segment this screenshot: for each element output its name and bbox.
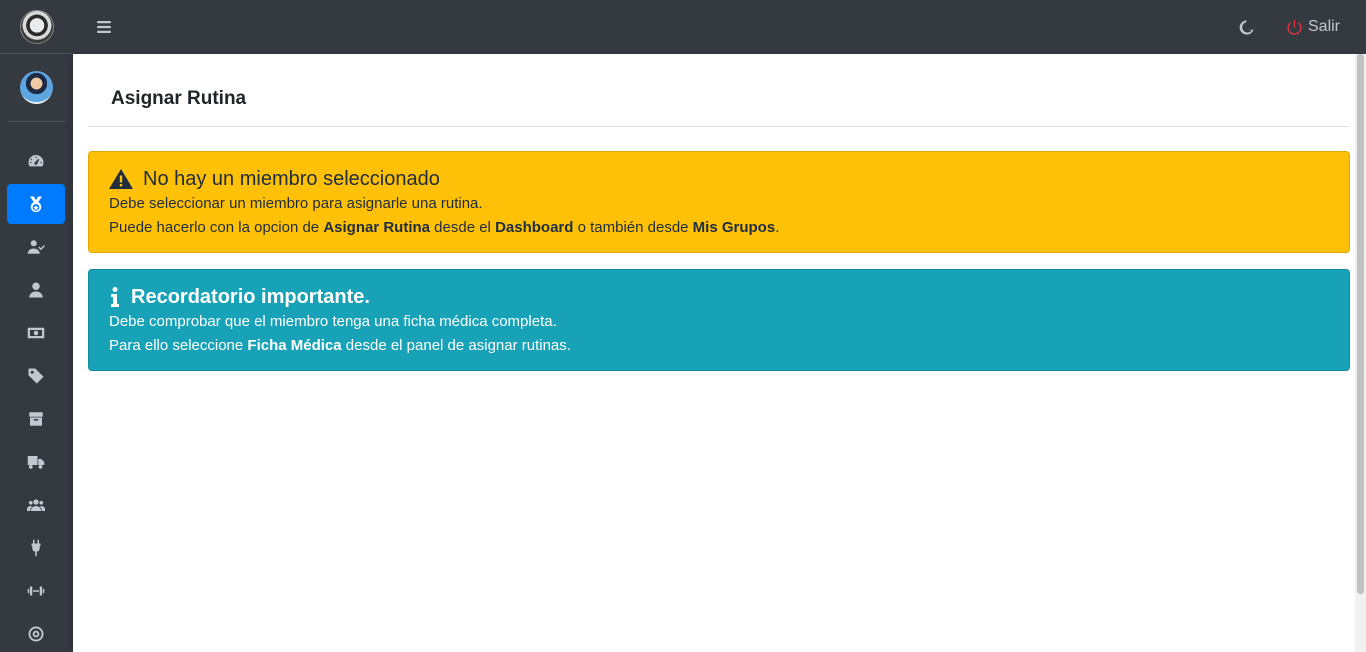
sidebar-item-proveedores[interactable] xyxy=(7,442,65,482)
info-heading-text: Recordatorio importante. xyxy=(131,286,370,308)
warning-line-2-prefix: Puede hacerlo con la opcion de xyxy=(109,219,324,236)
sidebar-item-objetivos[interactable] xyxy=(7,614,65,652)
page-title: Asignar Rutina xyxy=(111,88,247,109)
page-scrollbar[interactable] xyxy=(1355,54,1366,652)
sidebar-item-rutinas[interactable] xyxy=(7,184,65,224)
user-panel[interactable] xyxy=(8,54,65,122)
asignar-rutina-text: Asignar Rutina xyxy=(323,219,431,236)
bullseye-icon xyxy=(28,626,44,642)
mis-grupos-text: Mis Grupos xyxy=(692,219,776,236)
info-icon xyxy=(111,287,119,307)
power-icon xyxy=(1287,19,1302,35)
user-check-icon xyxy=(27,240,45,254)
gym-logo xyxy=(19,9,54,44)
warning-alert-heading: No hay un miembro seleccionado xyxy=(109,166,1329,192)
info-line-2-prefix: Para ello seleccione xyxy=(109,337,248,354)
plug-icon xyxy=(31,539,41,557)
sidebar-item-miembros-activos[interactable] xyxy=(7,227,65,267)
top-navbar: Salir xyxy=(73,0,1366,54)
scrollbar-thumb[interactable] xyxy=(1357,54,1364,594)
users-icon xyxy=(27,499,45,511)
bars-icon xyxy=(97,21,111,33)
user-icon xyxy=(29,282,43,298)
sidebar-item-etiquetas[interactable] xyxy=(7,356,65,396)
truck-icon xyxy=(27,456,45,469)
logout-label: Salir xyxy=(1308,18,1341,35)
dumbbell-icon xyxy=(27,586,45,596)
divider xyxy=(88,126,1350,127)
sidebar-item-usuarios[interactable] xyxy=(7,270,65,310)
medal-icon xyxy=(30,196,42,213)
sidebar xyxy=(0,0,73,652)
warning-line-2: Puede hacerlo con la opcion de Asignar R… xyxy=(109,216,1329,240)
info-alert: Recordatorio importante. Debe comprobar … xyxy=(88,269,1350,371)
info-line-2: Para ello seleccione Ficha Médica desde … xyxy=(109,334,1329,358)
theme-toggle-button[interactable] xyxy=(1236,15,1256,39)
tachometer-icon xyxy=(28,155,44,167)
info-line-1: Debe comprobar que el miembro tenga una … xyxy=(109,313,557,330)
warning-alert: No hay un miembro seleccionado Debe sele… xyxy=(88,151,1350,253)
warning-line-2-suffix: . xyxy=(775,219,780,236)
info-alert-heading: Recordatorio importante. xyxy=(109,284,1329,310)
warning-line-1: Debe seleccionar un miembro para asignar… xyxy=(109,195,483,212)
exclamation-triangle-icon xyxy=(109,169,133,189)
avatar xyxy=(20,71,53,104)
warning-line-2-mid1: desde el xyxy=(430,219,496,236)
tag-icon xyxy=(28,368,44,384)
menu-toggle-button[interactable] xyxy=(94,15,114,39)
logout-button[interactable]: Salir xyxy=(1286,15,1340,39)
money-bill-icon xyxy=(27,327,45,339)
moon-icon xyxy=(1239,19,1254,35)
main-content: Asignar Rutina No hay un miembro selecci… xyxy=(73,54,1355,652)
sidebar-item-dashboard[interactable] xyxy=(7,141,65,181)
info-line-2-suffix: desde el panel de asignar rutinas. xyxy=(341,337,571,354)
sidebar-item-productos[interactable] xyxy=(7,399,65,439)
brand-link[interactable] xyxy=(0,0,73,54)
sidebar-nav xyxy=(0,122,73,652)
warning-heading-text: No hay un miembro seleccionado xyxy=(143,168,440,190)
ficha-medica-text: Ficha Médica xyxy=(247,337,342,354)
sidebar-item-ejercicios[interactable] xyxy=(7,571,65,611)
dashboard-text: Dashboard xyxy=(495,219,574,236)
warning-line-2-mid2: o también desde xyxy=(573,219,693,236)
sidebar-item-grupos[interactable] xyxy=(7,485,65,525)
sidebar-item-conexiones[interactable] xyxy=(7,528,65,568)
sidebar-item-pagos[interactable] xyxy=(7,313,65,353)
box-icon xyxy=(29,412,43,426)
